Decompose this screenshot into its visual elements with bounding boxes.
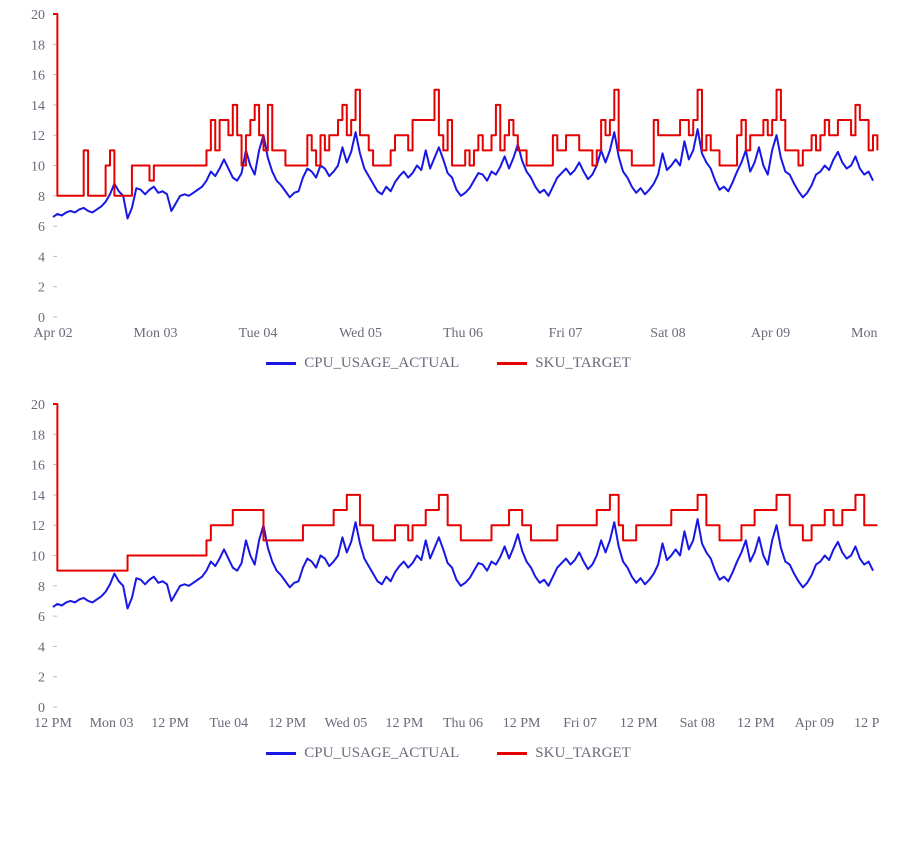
- svg-text:Apr 09: Apr 09: [751, 326, 790, 341]
- legend-item-sku: SKU_TARGET: [497, 745, 630, 762]
- svg-text:12 PM: 12 PM: [386, 716, 424, 731]
- svg-text:12 PM: 12 PM: [854, 716, 879, 731]
- svg-text:Mon 03: Mon 03: [134, 326, 178, 341]
- svg-text:Thu 06: Thu 06: [443, 716, 483, 731]
- svg-text:20: 20: [31, 398, 45, 413]
- svg-text:2: 2: [38, 671, 45, 686]
- svg-text:10: 10: [31, 160, 45, 175]
- svg-text:20: 20: [31, 8, 45, 23]
- chart-bottom-svg: 0 2 4 6 8 10 12 14 16 18 20 12 PM Mon 03 12 PM Tue 04 1…: [18, 398, 879, 733]
- legend-label: SKU_TARGET: [535, 745, 630, 761]
- svg-text:12 PM: 12 PM: [268, 716, 306, 731]
- svg-text:16: 16: [31, 459, 45, 474]
- svg-text:2: 2: [38, 281, 45, 296]
- svg-text:Apr 02: Apr 02: [33, 326, 72, 341]
- svg-text:12 PM: 12 PM: [151, 716, 189, 731]
- svg-text:8: 8: [38, 580, 45, 595]
- svg-text:0: 0: [38, 701, 45, 716]
- legend-top: CPU_USAGE_ACTUAL SKU_TARGET: [18, 343, 879, 390]
- svg-text:Tue 04: Tue 04: [239, 326, 278, 341]
- svg-text:Sat 08: Sat 08: [680, 716, 715, 731]
- legend-bottom: CPU_USAGE_ACTUAL SKU_TARGET: [18, 733, 879, 780]
- svg-text:4: 4: [38, 640, 45, 655]
- svg-text:Thu 06: Thu 06: [443, 326, 483, 341]
- svg-text:18: 18: [31, 428, 45, 443]
- svg-text:6: 6: [38, 220, 45, 235]
- legend-item-cpu: CPU_USAGE_ACTUAL: [266, 355, 459, 372]
- svg-text:18: 18: [31, 38, 45, 53]
- svg-text:Apr 09: Apr 09: [795, 716, 834, 731]
- legend-label: CPU_USAGE_ACTUAL: [304, 745, 459, 761]
- svg-text:10: 10: [31, 550, 45, 565]
- svg-text:12 PM: 12 PM: [503, 716, 541, 731]
- svg-text:Mon 10: Mon 10: [851, 326, 879, 341]
- svg-text:6: 6: [38, 610, 45, 625]
- legend-label: SKU_TARGET: [535, 355, 630, 371]
- svg-text:12 PM: 12 PM: [737, 716, 775, 731]
- chart-top-svg: 0 2 4 6 8 10 12 14 16 18 20 Apr 02 Mon 03 Tue 04 Wed 0…: [18, 8, 879, 343]
- legend-label: CPU_USAGE_ACTUAL: [304, 355, 459, 371]
- chart-bottom: 0 2 4 6 8 10 12 14 16 18 20 12 PM Mon 03 12 PM Tue 04 1…: [0, 390, 897, 780]
- svg-text:0: 0: [38, 311, 45, 326]
- svg-text:Wed 05: Wed 05: [339, 326, 382, 341]
- svg-text:12: 12: [31, 519, 45, 534]
- chart-top: 0 2 4 6 8 10 12 14 16 18 20 Apr 02 Mon 03 Tue 04 Wed 0…: [0, 0, 897, 390]
- svg-text:12 PM: 12 PM: [34, 716, 72, 731]
- svg-text:Mon 03: Mon 03: [90, 716, 134, 731]
- svg-text:16: 16: [31, 69, 45, 84]
- legend-item-sku: SKU_TARGET: [497, 355, 630, 372]
- legend-item-cpu: CPU_USAGE_ACTUAL: [266, 745, 459, 762]
- svg-text:4: 4: [38, 250, 45, 265]
- svg-text:Tue 04: Tue 04: [209, 716, 248, 731]
- svg-text:Fri 07: Fri 07: [563, 716, 597, 731]
- svg-text:8: 8: [38, 190, 45, 205]
- svg-text:14: 14: [31, 489, 45, 504]
- svg-text:12: 12: [31, 129, 45, 144]
- svg-text:14: 14: [31, 99, 45, 114]
- svg-text:Fri 07: Fri 07: [549, 326, 583, 341]
- svg-text:Sat 08: Sat 08: [650, 326, 685, 341]
- svg-text:Wed 05: Wed 05: [324, 716, 367, 731]
- svg-text:12 PM: 12 PM: [620, 716, 658, 731]
